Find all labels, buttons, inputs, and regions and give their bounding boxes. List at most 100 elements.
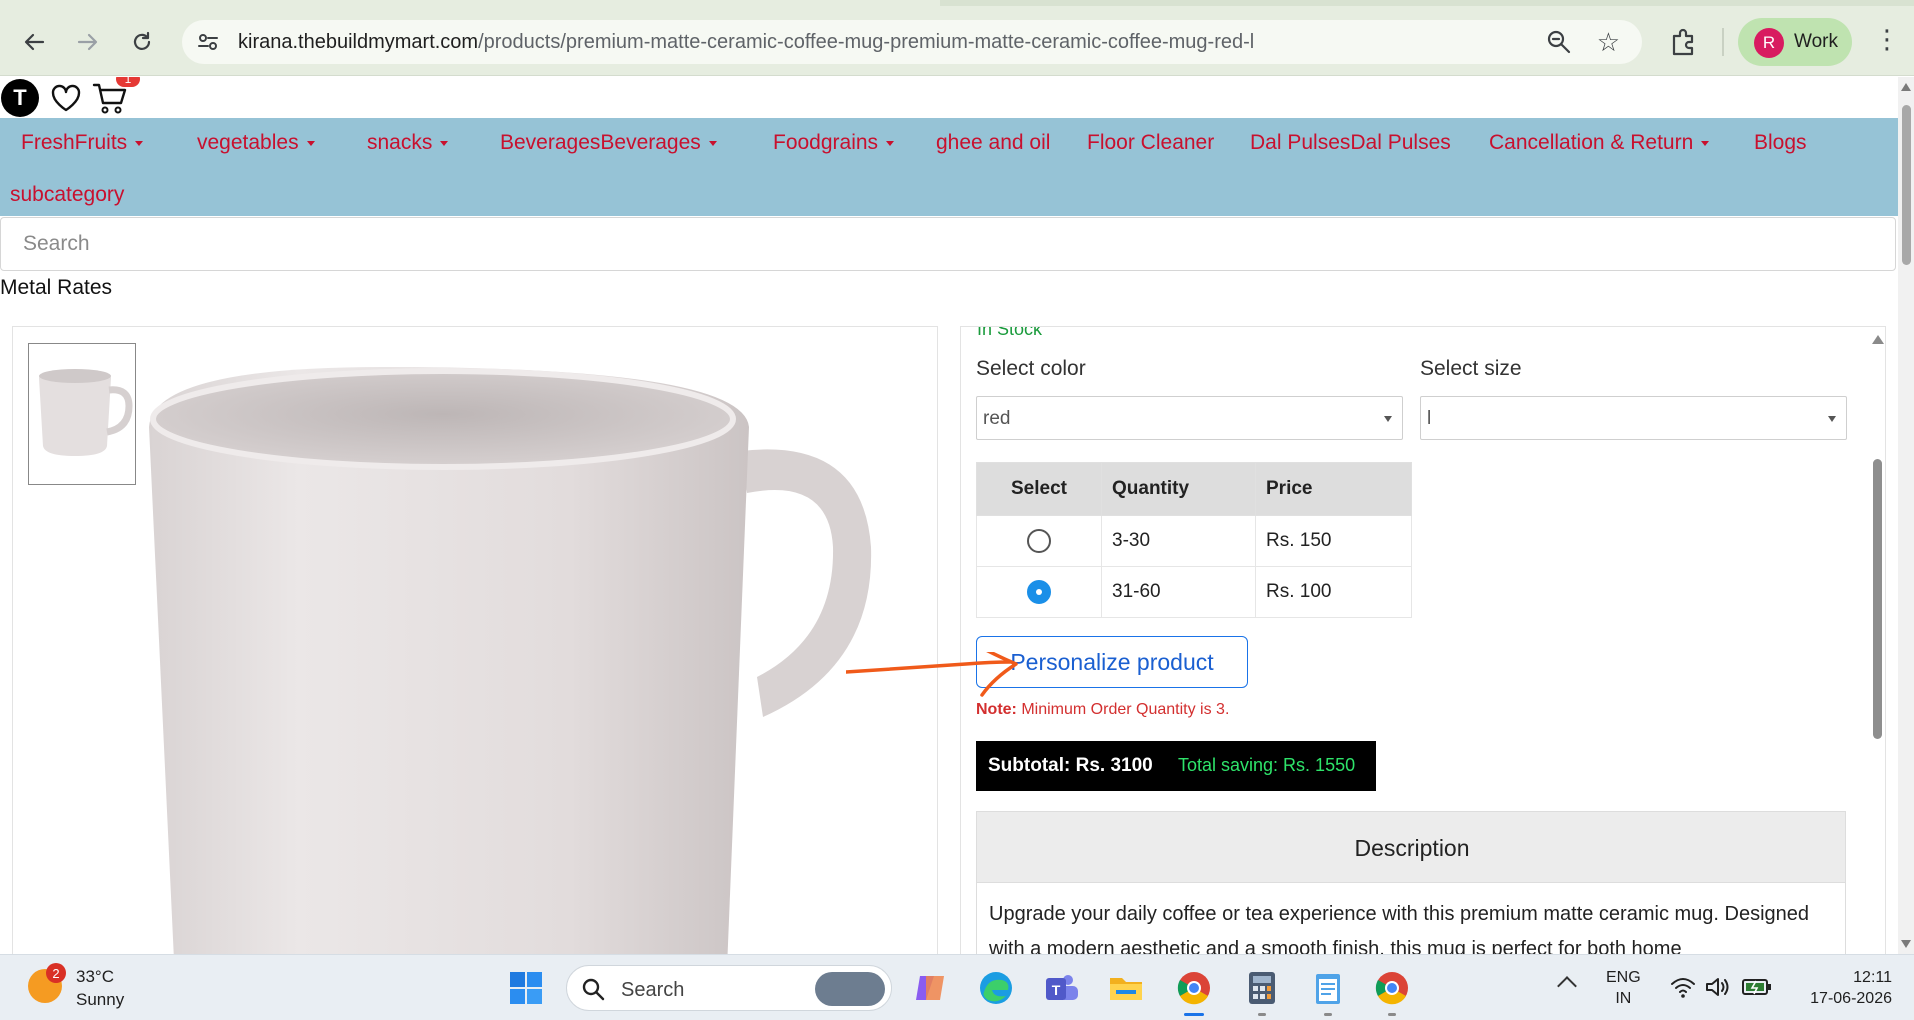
header-icons: T 1 — [0, 77, 200, 117]
tier-quantity: 3-30 — [1101, 515, 1256, 567]
nav-item-foodgrains[interactable]: Foodgrains — [773, 131, 895, 155]
panel-scrollbar-thumb[interactable] — [1873, 459, 1882, 739]
product-detail-panel: In Stock Select color red Select size l … — [960, 326, 1886, 954]
dropdown-arrow-icon — [1384, 416, 1392, 422]
wifi-icon[interactable] — [1670, 975, 1696, 999]
tab-strip — [0, 0, 1914, 6]
nav-item-blogs[interactable]: Blogs — [1754, 131, 1807, 155]
chevron-down-icon — [1701, 140, 1710, 146]
running-indicator — [1258, 1013, 1266, 1016]
subtotal-bar: Subtotal: Rs. 3100 Total saving: Rs. 155… — [976, 741, 1376, 791]
nav-item-subcategory[interactable]: subcategory — [10, 183, 124, 207]
chevron-down-icon — [135, 140, 144, 146]
page-scrollbar-thumb[interactable] — [1902, 105, 1911, 265]
scroll-up-icon[interactable] — [1872, 335, 1884, 344]
profile-avatar: R — [1754, 28, 1784, 58]
column-header-price: Price — [1255, 462, 1412, 516]
file-explorer-icon[interactable] — [1108, 970, 1144, 1006]
table-row[interactable]: 31-60 Rs. 100 — [976, 566, 1412, 618]
nav-item-ghee-and-oil[interactable]: ghee and oil — [936, 131, 1050, 155]
nav-item-label: subcategory — [10, 183, 125, 206]
user-avatar[interactable]: T — [1, 79, 39, 117]
system-clock[interactable]: 12:11 17-06-2026 — [1810, 967, 1892, 1009]
nav-item-label: Blogs — [1754, 131, 1807, 154]
taskbar-search[interactable]: Search — [566, 965, 892, 1011]
description-title: Description — [1354, 835, 1470, 861]
forward-icon[interactable] — [70, 24, 106, 60]
clock-date: 17-06-2026 — [1810, 990, 1892, 1007]
scroll-up-icon[interactable] — [1901, 83, 1911, 91]
copilot-icon[interactable] — [912, 970, 948, 1006]
windows-start-icon[interactable] — [508, 970, 544, 1006]
url-text[interactable]: kirana.thebuildmymart.com/products/premi… — [238, 31, 1254, 54]
table-row[interactable]: 3-30 Rs. 150 — [976, 515, 1412, 567]
active-tab[interactable] — [0, 0, 940, 6]
chrome-icon[interactable] — [1176, 970, 1212, 1006]
description-header[interactable]: Description — [976, 811, 1846, 883]
weather-condition[interactable]: Sunny — [76, 990, 124, 1010]
tier-radio-cell — [976, 515, 1102, 567]
teams-icon[interactable]: T — [1044, 970, 1080, 1006]
product-gallery — [12, 326, 938, 954]
nav-item-snacks[interactable]: snacks — [367, 131, 449, 155]
browser-toolbar: kirana.thebuildmymart.com/products/premi… — [0, 0, 1914, 76]
color-select[interactable]: red — [976, 396, 1403, 440]
annotation-arrow-icon — [846, 652, 1018, 697]
edge-browser-icon[interactable] — [978, 970, 1014, 1006]
nav-item-label: Foodgrains — [773, 131, 879, 154]
note-text: Minimum Order Quantity is 3. — [1021, 701, 1230, 718]
back-icon[interactable] — [16, 24, 52, 60]
scroll-down-icon[interactable] — [1901, 940, 1911, 948]
running-indicator — [1324, 1013, 1332, 1016]
subtotal-text: Subtotal: Rs. 3100 — [988, 755, 1153, 776]
lang-line2: IN — [1615, 990, 1632, 1007]
stock-status: In Stock — [977, 326, 1043, 339]
size-label: Select size — [1420, 357, 1522, 380]
size-select[interactable]: l — [1420, 396, 1847, 440]
bookmark-star-icon[interactable]: ☆ — [1597, 27, 1620, 58]
product-thumbnail[interactable] — [28, 343, 136, 485]
address-bar[interactable]: kirana.thebuildmymart.com/products/premi… — [182, 20, 1642, 64]
nav-item-label: Cancellation & Return — [1489, 131, 1694, 154]
nav-item-label: Dal PulsesDal Pulses — [1250, 131, 1451, 154]
volume-icon[interactable] — [1704, 975, 1730, 999]
nav-item-label: vegetables — [197, 131, 299, 154]
mug-main-image — [149, 367, 872, 954]
panel-scrollbar[interactable] — [1869, 327, 1885, 954]
notepad-icon[interactable] — [1310, 970, 1346, 1006]
site-settings-icon[interactable] — [196, 30, 220, 54]
zoom-icon[interactable] — [1546, 29, 1572, 55]
language-indicator[interactable]: ENG IN — [1606, 967, 1641, 1009]
tier-radio-31-60[interactable] — [1027, 580, 1051, 604]
size-select-value: l — [1427, 408, 1432, 429]
nav-item-dal-pulses[interactable]: Dal PulsesDal Pulses — [1250, 131, 1451, 155]
color-select-value: red — [983, 408, 1011, 429]
running-indicator-active — [1184, 1013, 1204, 1016]
search-highlight-image — [815, 972, 885, 1006]
chrome-profile-icon[interactable] — [1374, 970, 1410, 1006]
nav-item-vegetables[interactable]: vegetables — [197, 131, 315, 155]
nav-item-cancellation-return[interactable]: Cancellation & Return — [1489, 131, 1710, 155]
browser-menu-icon[interactable]: ⋮ — [1874, 24, 1900, 55]
profile-button[interactable]: R Work — [1738, 18, 1852, 66]
search-input[interactable] — [1, 218, 1895, 270]
wishlist-heart-icon[interactable] — [50, 83, 82, 113]
nav-item-label: snacks — [367, 131, 433, 154]
nav-item-beverages[interactable]: BeveragesBeverages — [500, 131, 717, 155]
taskbar-search-label: Search — [621, 979, 685, 1001]
total-saving-text: Total saving: Rs. 1550 — [1178, 755, 1356, 775]
page-scrollbar[interactable] — [1898, 77, 1914, 954]
tray-overflow-chevron-icon[interactable] — [1557, 976, 1577, 996]
description-body: Upgrade your daily coffee or tea experie… — [976, 883, 1846, 954]
nav-item-freshfruits[interactable]: FreshFruits — [21, 131, 144, 155]
extensions-icon[interactable] — [1668, 26, 1700, 58]
nav-item-floor-cleaner[interactable]: Floor Cleaner — [1087, 131, 1214, 155]
metal-rates-link[interactable]: Metal Rates — [0, 276, 112, 300]
tier-price: Rs. 150 — [1255, 515, 1412, 567]
calculator-icon[interactable] — [1244, 970, 1280, 1006]
web-page: T 1 FreshFruits vegetables snacks Bevera… — [0, 77, 1898, 954]
reload-icon[interactable] — [124, 24, 160, 60]
battery-icon[interactable] — [1742, 977, 1772, 997]
tier-radio-3-30[interactable] — [1027, 529, 1051, 553]
weather-temperature[interactable]: 33°C — [76, 967, 114, 987]
